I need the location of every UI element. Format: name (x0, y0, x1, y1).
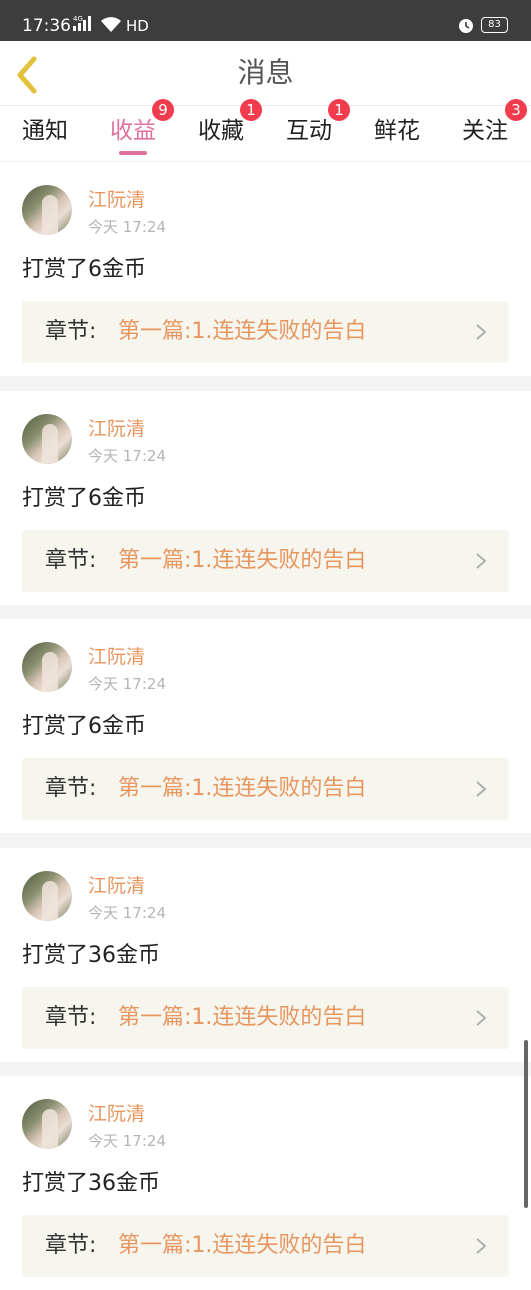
signal-icon: 4G (73, 14, 95, 36)
message-text: 打赏了6金币 (22, 257, 146, 282)
chapter-title: 第一篇:1.连连失败的告白 (118, 776, 367, 801)
chevron-right-icon (476, 1010, 487, 1026)
list-item: 江阮清 今天 17:24 打赏了36金币 章节: 第一篇:1.连连失败的告白 (0, 1076, 531, 1290)
tab-label: 收藏 (198, 118, 244, 144)
tab-earnings[interactable]: 收益 9 (110, 99, 174, 162)
avatar[interactable] (22, 642, 72, 692)
page-title: 消息 (237, 56, 294, 89)
message-text: 打赏了36金币 (22, 943, 160, 968)
chapter-label: 章节: (45, 1005, 97, 1030)
chevron-right-icon (476, 553, 487, 569)
wifi-icon (100, 17, 122, 37)
battery-icon: 83 (481, 17, 508, 33)
tab-bar: 通知 收益 9 收藏 1 互动 1 鲜花 关注 3 (0, 99, 531, 162)
network-type: 4G (73, 15, 83, 23)
tab-interactions[interactable]: 互动 1 (286, 99, 350, 162)
chapter-link[interactable]: 章节: 第一篇:1.连连失败的告白 (22, 987, 509, 1049)
username[interactable]: 江阮清 (88, 644, 145, 670)
avatar[interactable] (22, 414, 72, 464)
timestamp: 今天 17:24 (88, 675, 166, 693)
tab-following[interactable]: 关注 3 (462, 99, 527, 162)
tab-favorites[interactable]: 收藏 1 (198, 99, 262, 162)
status-bar: 17:36 4G HD 83 (0, 0, 531, 41)
tab-label: 互动 (286, 118, 332, 144)
chapter-title: 第一篇:1.连连失败的告白 (118, 1233, 367, 1258)
tab-label: 鲜花 (374, 118, 420, 144)
tab-label: 关注 (462, 118, 508, 144)
tab-flowers[interactable]: 鲜花 (374, 106, 424, 162)
status-time: 17:36 (22, 16, 71, 36)
chapter-label: 章节: (45, 319, 97, 344)
chapter-link[interactable]: 章节: 第一篇:1.连连失败的告白 (22, 530, 509, 592)
chapter-link[interactable]: 章节: 第一篇:1.连连失败的告白 (22, 1215, 509, 1277)
username[interactable]: 江阮清 (88, 416, 145, 442)
active-tab-indicator (119, 151, 147, 155)
list-item: 江阮清 今天 17:24 打赏了36金币 章节: 第一篇:1.连连失败的告白 (0, 848, 531, 1062)
avatar[interactable] (22, 185, 72, 235)
badge-count: 1 (240, 99, 262, 121)
avatar[interactable] (22, 1099, 72, 1149)
chevron-right-icon (476, 781, 487, 797)
list-item: 江阮清 今天 17:24 打赏了6金币 章节: 第一篇:1.连连失败的告白 (0, 619, 531, 833)
message-text: 打赏了6金币 (22, 714, 146, 739)
chapter-link[interactable]: 章节: 第一篇:1.连连失败的告白 (22, 758, 509, 820)
username[interactable]: 江阮清 (88, 873, 145, 899)
hd-indicator: HD (126, 17, 149, 35)
alarm-icon (457, 16, 475, 38)
message-text: 打赏了36金币 (22, 1171, 160, 1196)
chapter-link[interactable]: 章节: 第一篇:1.连连失败的告白 (22, 301, 509, 363)
list-item: 江阮清 今天 17:24 打赏了6金币 章节: 第一篇:1.连连失败的告白 (0, 391, 531, 605)
timestamp: 今天 17:24 (88, 1132, 166, 1150)
chapter-label: 章节: (45, 1233, 97, 1258)
timestamp: 今天 17:24 (88, 904, 166, 922)
tab-notifications[interactable]: 通知 (22, 106, 72, 162)
badge-count: 9 (152, 99, 174, 121)
chapter-label: 章节: (45, 548, 97, 573)
back-button[interactable] (10, 55, 46, 95)
tab-label: 通知 (22, 118, 68, 144)
timestamp: 今天 17:24 (88, 447, 166, 465)
list-item: 江阮清 今天 17:24 打赏了6金币 章节: 第一篇:1.连连失败的告白 (0, 162, 531, 376)
chevron-right-icon (476, 324, 487, 340)
chapter-label: 章节: (45, 776, 97, 801)
tab-label: 收益 (110, 118, 156, 144)
scrollbar[interactable] (524, 1040, 528, 1208)
avatar[interactable] (22, 871, 72, 921)
badge-count: 3 (505, 99, 527, 121)
username[interactable]: 江阮清 (88, 187, 145, 213)
badge-count: 1 (328, 99, 350, 121)
chevron-right-icon (476, 1238, 487, 1254)
timestamp: 今天 17:24 (88, 218, 166, 236)
username[interactable]: 江阮清 (88, 1101, 145, 1127)
header: 消息 (0, 41, 531, 105)
message-text: 打赏了6金币 (22, 486, 146, 511)
chapter-title: 第一篇:1.连连失败的告白 (118, 548, 367, 573)
chapter-title: 第一篇:1.连连失败的告白 (118, 319, 367, 344)
chevron-left-icon (17, 56, 37, 94)
chapter-title: 第一篇:1.连连失败的告白 (118, 1005, 367, 1030)
